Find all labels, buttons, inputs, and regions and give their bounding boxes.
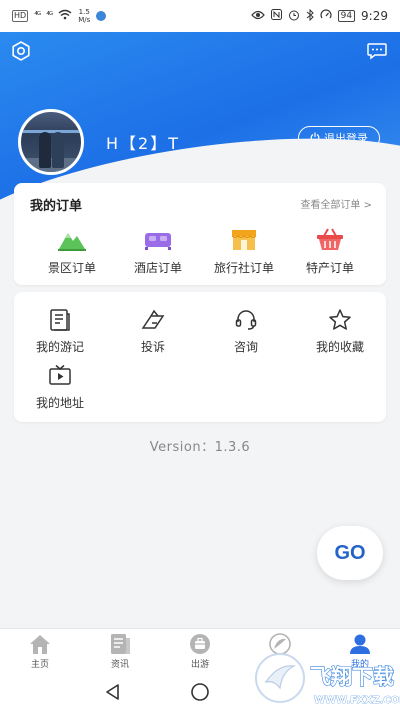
shop-icon xyxy=(231,230,257,250)
tab-news[interactable]: 资讯 xyxy=(80,633,160,670)
status-bar: HD ⁴ᴳ ⁴ᴳ 1.5 M/s 94 9:29 xyxy=(0,0,400,32)
hd-badge: HD xyxy=(12,10,29,22)
view-all-orders-link[interactable]: 查看全部订单 > xyxy=(300,196,372,211)
eye-icon xyxy=(250,10,265,23)
menu-label: 投诉 xyxy=(140,340,165,354)
menu-item-complaint[interactable]: 投诉 xyxy=(113,308,193,355)
logout-label: 退出登录 xyxy=(324,132,368,145)
battery-indicator: 94 xyxy=(337,10,356,22)
username: H【2】T xyxy=(106,134,180,153)
order-label: 酒店订单 xyxy=(133,261,182,275)
tv-icon xyxy=(49,364,71,385)
headset-icon xyxy=(235,310,257,330)
power-icon xyxy=(310,132,320,145)
orders-card: 我的订单 查看全部订单 > 景区订单 酒店订单 旅行社订单 特产订单 xyxy=(14,183,386,285)
version-text: Version：1.3.6 xyxy=(149,440,251,455)
logout-button[interactable]: 退出登录 xyxy=(298,126,380,150)
star-icon xyxy=(329,309,351,330)
bed-icon xyxy=(145,233,171,250)
menu-label: 我的地址 xyxy=(35,396,84,410)
order-hotel[interactable]: 酒店订单 xyxy=(118,227,198,276)
watermark-logo: 飞翔下载 WWW.FXXZ.COM xyxy=(255,653,400,706)
travel-icon xyxy=(190,634,210,654)
tab-label: 资讯 xyxy=(110,660,129,670)
tab-home[interactable]: 主页 xyxy=(0,633,80,670)
app-notification-icon xyxy=(96,11,107,21)
nfc-icon xyxy=(270,9,282,23)
watermark: 飞翔下载 WWW.FXXZ.COM xyxy=(252,634,400,711)
mountain-icon xyxy=(58,233,86,251)
order-label: 景区订单 xyxy=(47,261,96,275)
menu-item-consult[interactable]: 咨询 xyxy=(206,308,286,355)
wifi-icon xyxy=(58,9,72,23)
order-specialty[interactable]: 特产订单 xyxy=(290,227,370,276)
tab-travel[interactable]: 出游 xyxy=(160,633,240,670)
go-button[interactable]: GO xyxy=(317,526,383,580)
status-left: HD ⁴ᴳ ⁴ᴳ 1.5 M/s xyxy=(12,8,107,24)
alarm-icon xyxy=(288,9,300,24)
menu-label: 我的收藏 xyxy=(315,340,364,354)
speedometer-icon xyxy=(320,8,332,24)
order-label: 旅行社订单 xyxy=(213,261,274,275)
status-right: 94 9:29 xyxy=(250,8,388,24)
order-agency[interactable]: 旅行社订单 xyxy=(204,227,284,276)
signal-icon: ⁴ᴳ xyxy=(34,11,41,21)
svg-text:飞翔下载: 飞翔下载 xyxy=(310,665,394,689)
basket-icon xyxy=(317,228,343,250)
order-label: 特产订单 xyxy=(305,261,354,275)
menu-label: 咨询 xyxy=(233,340,258,354)
signal-icon-2: ⁴ᴳ xyxy=(46,11,53,21)
settings-icon[interactable] xyxy=(10,40,32,62)
menu-label: 我的游记 xyxy=(35,340,84,354)
home-icon xyxy=(30,635,50,654)
network-speed: 1.5 M/s xyxy=(78,8,90,24)
profile-header: H【2】T 退出登录 xyxy=(0,32,400,207)
back-icon[interactable] xyxy=(103,682,123,702)
status-time: 9:29 xyxy=(361,9,388,23)
speed-value: 1.5 xyxy=(78,8,90,16)
home-nav-icon[interactable] xyxy=(190,682,210,702)
menu-item-favorites[interactable]: 我的收藏 xyxy=(300,308,380,355)
orders-title: 我的订单 xyxy=(30,199,83,214)
complaint-icon xyxy=(141,309,165,329)
svg-text:WWW.FXXZ.COM: WWW.FXXZ.COM xyxy=(314,695,400,706)
menu-item-journal[interactable]: 我的游记 xyxy=(20,308,100,355)
speed-unit: M/s xyxy=(78,16,91,24)
menu-item-address[interactable]: 我的地址 xyxy=(20,364,100,411)
bluetooth-icon xyxy=(306,8,314,24)
message-icon[interactable] xyxy=(366,40,388,62)
tab-label: 出游 xyxy=(190,660,209,670)
menu-card: 我的游记 投诉 咨询 我的收藏 我的地址 xyxy=(14,292,386,422)
avatar[interactable] xyxy=(18,109,84,175)
journal-icon xyxy=(50,309,70,331)
news-icon xyxy=(111,634,130,654)
order-scenic[interactable]: 景区订单 xyxy=(32,227,112,276)
tab-label: 主页 xyxy=(30,660,49,670)
